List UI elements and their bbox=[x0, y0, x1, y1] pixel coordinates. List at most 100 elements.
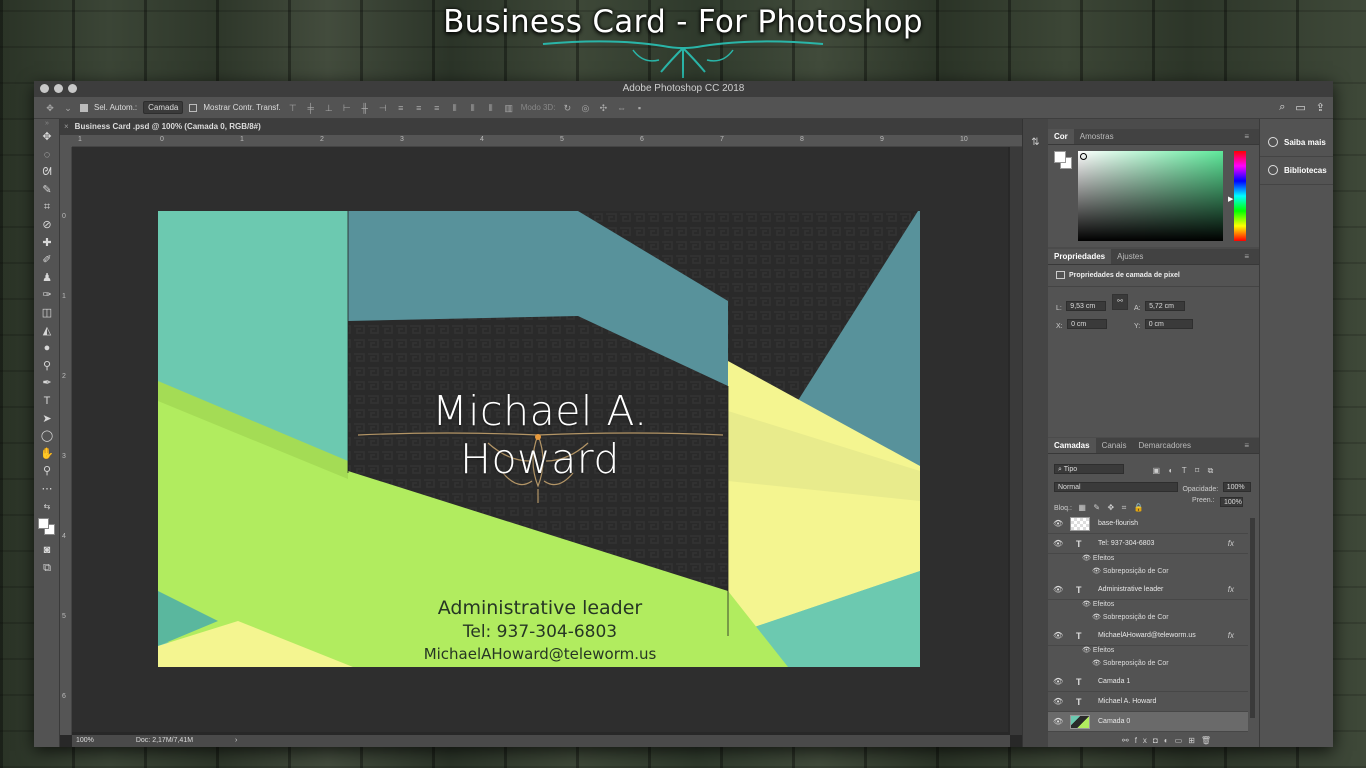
effect-eye-icon[interactable]: 👁 bbox=[1082, 601, 1093, 608]
layer-row[interactable]: 👁 T Tel: 937-304-6803 fx bbox=[1048, 534, 1248, 554]
tab-channels[interactable]: Canais bbox=[1096, 438, 1133, 453]
foreground-background-swatch[interactable] bbox=[34, 518, 60, 542]
distribute-bottom-icon[interactable]: ≡ bbox=[431, 103, 443, 113]
status-arrow-icon[interactable]: › bbox=[235, 737, 237, 744]
layer-row[interactable]: 👁 T Camada 1 bbox=[1048, 672, 1248, 692]
auto-select-checkbox[interactable] bbox=[80, 103, 88, 112]
zoom-tool-icon[interactable]: ⚲ bbox=[34, 463, 60, 481]
x-field[interactable]: 0 cm bbox=[1067, 318, 1108, 329]
lock-pixels-icon[interactable]: ✎ bbox=[1093, 503, 1100, 512]
collapse-icon[interactable]: » bbox=[34, 119, 60, 129]
more-tools-icon[interactable]: ⋯ bbox=[34, 481, 60, 499]
marquee-tool-icon[interactable]: ◌ bbox=[34, 147, 60, 165]
visibility-eye-icon[interactable]: 👁 bbox=[1053, 534, 1063, 554]
swap-colors-icon[interactable]: ⇆ bbox=[34, 498, 60, 516]
close-tab-icon[interactable]: × bbox=[64, 122, 69, 131]
hue-slider[interactable] bbox=[1234, 151, 1246, 241]
auto-select-dropdown[interactable]: Camada bbox=[143, 101, 184, 114]
distribute-vcenter-icon[interactable]: ≡ bbox=[413, 103, 425, 113]
panel-menu-icon[interactable]: ≡ bbox=[1238, 438, 1255, 454]
effect-eye-icon[interactable]: 👁 bbox=[1092, 660, 1103, 667]
eyedropper-tool-icon[interactable]: ⊘ bbox=[34, 217, 60, 235]
zoom-level[interactable]: 100% bbox=[76, 737, 94, 744]
panel-menu-icon[interactable]: ≡ bbox=[1238, 249, 1255, 265]
fill-field[interactable]: 100% bbox=[1220, 497, 1243, 507]
crop-tool-icon[interactable]: ⌗ bbox=[34, 199, 60, 217]
color-picker-field[interactable] bbox=[1078, 151, 1223, 241]
layer-row[interactable]: 👁 T Michael A. Howard bbox=[1048, 692, 1248, 712]
zoom-button[interactable] bbox=[68, 84, 77, 93]
quick-select-tool-icon[interactable]: ✎ bbox=[34, 182, 60, 200]
align-bottom-icon[interactable]: ⊥ bbox=[323, 103, 335, 113]
filter-shape-icon[interactable]: ⌑ bbox=[1195, 466, 1199, 475]
vertical-ruler[interactable]: 0 1 2 3 4 5 6 bbox=[60, 147, 72, 735]
link-layers-icon[interactable]: ⚯ bbox=[1122, 736, 1135, 745]
opacity-field[interactable]: 100% bbox=[1222, 481, 1251, 492]
horizontal-ruler[interactable]: 1 0 1 2 3 4 5 6 7 8 9 10 bbox=[72, 135, 1022, 147]
layer-row[interactable]: 👁 base-flourish bbox=[1048, 514, 1248, 534]
libraries-button[interactable]: Bibliotecas bbox=[1260, 157, 1333, 185]
tab-layers[interactable]: Camadas bbox=[1048, 438, 1096, 453]
business-card-canvas[interactable]: Michael A. Howard Administrative leader … bbox=[158, 211, 920, 667]
layer-row[interactable]: 👁 T MichaelAHoward@teleworm.us fx bbox=[1048, 626, 1248, 646]
fg-bg-swatch[interactable] bbox=[1054, 151, 1074, 171]
vertical-scrollbar[interactable] bbox=[1010, 147, 1022, 735]
layer-fx-icon[interactable]: fx bbox=[1228, 534, 1234, 554]
chevron-down-icon[interactable]: ⌄ bbox=[62, 103, 74, 113]
visibility-eye-icon[interactable]: 👁 bbox=[1053, 626, 1063, 646]
filter-adjust-icon[interactable]: ◐ bbox=[1168, 466, 1173, 475]
search-icon[interactable]: ⌕ bbox=[1279, 101, 1285, 114]
layer-effects-group[interactable]: 👁 Efeitos bbox=[1082, 644, 1114, 657]
minimize-button[interactable] bbox=[54, 84, 63, 93]
blend-mode-dropdown[interactable]: Normal bbox=[1054, 481, 1178, 492]
move-tool-icon[interactable]: ✥ bbox=[34, 129, 60, 147]
align-vcenter-icon[interactable]: ╪ bbox=[305, 103, 317, 113]
brush-tool-icon[interactable]: ✐ bbox=[34, 252, 60, 270]
effect-eye-icon[interactable]: 👁 bbox=[1082, 647, 1093, 654]
layer-effects-group[interactable]: 👁 Efeitos bbox=[1082, 598, 1114, 611]
visibility-eye-icon[interactable]: 👁 bbox=[1053, 514, 1063, 534]
distribute-top-icon[interactable]: ≡ bbox=[395, 103, 407, 113]
healing-brush-tool-icon[interactable]: ✚ bbox=[34, 235, 60, 253]
align-hcenter-icon[interactable]: ╫ bbox=[359, 103, 371, 113]
ellipse-tool-icon[interactable]: ◯ bbox=[34, 428, 60, 446]
eraser-tool-icon[interactable]: ◫ bbox=[34, 305, 60, 323]
filter-smart-icon[interactable]: ⧉ bbox=[1208, 466, 1214, 475]
move-tool-icon[interactable]: ✥ bbox=[44, 103, 56, 113]
lasso-tool-icon[interactable]: ᘛ bbox=[34, 164, 60, 182]
clone-stamp-tool-icon[interactable]: ♟ bbox=[34, 270, 60, 288]
scale-3d-icon[interactable]: ▪ bbox=[633, 103, 645, 113]
effect-eye-icon[interactable]: 👁 bbox=[1092, 614, 1103, 621]
new-group-icon[interactable]: ▭ bbox=[1175, 736, 1189, 745]
effect-eye-icon[interactable]: 👁 bbox=[1092, 568, 1103, 575]
add-style-icon[interactable]: fx bbox=[1135, 736, 1153, 745]
layer-effects-group[interactable]: 👁 Efeitos bbox=[1082, 552, 1114, 565]
layer-filter-dropdown[interactable]: ⌕ Tipo bbox=[1054, 463, 1124, 474]
lock-artboard-icon[interactable]: ⌗ bbox=[1122, 503, 1127, 512]
layer-row[interactable]: 👁 T Administrative leader fx bbox=[1048, 580, 1248, 600]
new-adjustment-icon[interactable]: ◐ bbox=[1164, 736, 1175, 745]
close-button[interactable] bbox=[40, 84, 49, 93]
document-tab[interactable]: × Business Card .psd @ 100% (Camada 0, RG… bbox=[60, 119, 1022, 135]
height-field[interactable]: 5,72 cm bbox=[1145, 300, 1186, 311]
new-layer-icon[interactable]: ⊞ bbox=[1188, 736, 1201, 745]
tab-swatches[interactable]: Amostras bbox=[1074, 129, 1120, 144]
quick-mask-icon[interactable]: ◙ bbox=[34, 542, 60, 560]
history-brush-tool-icon[interactable]: ✑ bbox=[34, 287, 60, 305]
layer-effect-item[interactable]: 👁 Sobreposição de Cor bbox=[1092, 611, 1169, 624]
align-right-icon[interactable]: ⊣ bbox=[377, 103, 389, 113]
filter-pixel-icon[interactable]: ▣ bbox=[1152, 466, 1160, 475]
lock-position-icon[interactable]: ✥ bbox=[1108, 503, 1115, 512]
learn-button[interactable]: Saiba mais bbox=[1260, 129, 1333, 157]
align-left-icon[interactable]: ⊢ bbox=[341, 103, 353, 113]
hue-slider-arrow-icon[interactable]: ▶ bbox=[1228, 195, 1233, 203]
lock-transparent-icon[interactable]: ▦ bbox=[1078, 503, 1086, 512]
type-tool-icon[interactable]: T bbox=[34, 393, 60, 411]
tab-color[interactable]: Cor bbox=[1048, 129, 1074, 144]
layer-effect-item[interactable]: 👁 Sobreposição de Cor bbox=[1092, 657, 1169, 670]
blur-tool-icon[interactable]: ● bbox=[34, 340, 60, 358]
width-field[interactable]: 9,53 cm bbox=[1066, 300, 1107, 311]
filter-type-icon[interactable]: T bbox=[1182, 466, 1187, 475]
link-icon[interactable]: ⚯ bbox=[1112, 294, 1128, 310]
delete-layer-icon[interactable]: 🗑 bbox=[1201, 736, 1217, 745]
